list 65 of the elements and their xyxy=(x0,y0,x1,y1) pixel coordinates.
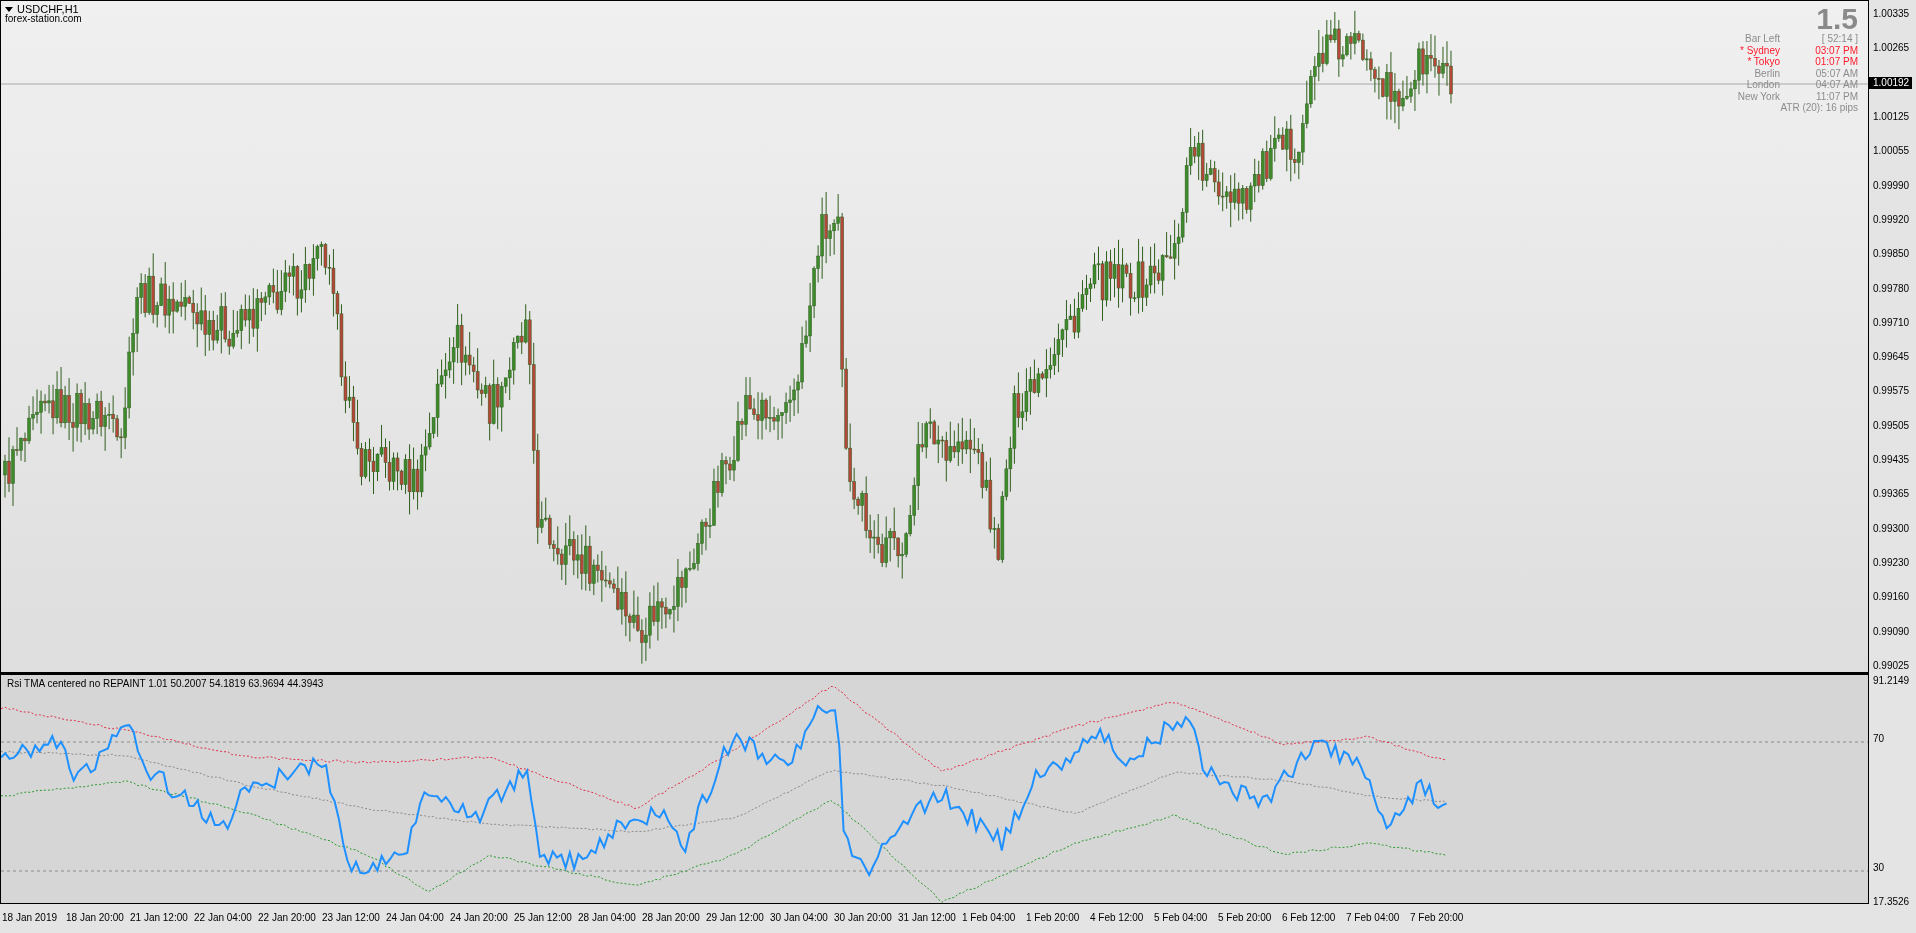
price-label: 0.99300 xyxy=(1873,522,1911,535)
time-label: 31 Jan 12:00 xyxy=(898,911,957,925)
time-label: 5 Feb 04:00 xyxy=(1154,911,1209,925)
time-label: 7 Feb 20:00 xyxy=(1410,911,1465,925)
session-time: [ 52:14 ] xyxy=(1820,33,1858,45)
symbol-label: USDCHF,H1 xyxy=(17,3,79,15)
time-label: 30 Jan 04:00 xyxy=(770,911,829,925)
time-label: 29 Jan 12:00 xyxy=(706,911,765,925)
price-label: 0.99990 xyxy=(1873,179,1911,192)
time-label: 22 Jan 04:00 xyxy=(194,911,253,925)
price-label: 0.99645 xyxy=(1873,351,1911,364)
session-time: 03:07 PM xyxy=(1814,44,1858,56)
price-label: 0.99920 xyxy=(1873,213,1911,226)
time-label: 1 Feb 04:00 xyxy=(962,911,1017,925)
price-label: 0.99435 xyxy=(1873,454,1911,467)
spread-value: 1.5 xyxy=(1816,5,1858,33)
indicator-axis-label: 17.3526 xyxy=(1873,896,1911,908)
time-label: 22 Jan 20:00 xyxy=(258,911,317,925)
session-label: Berlin xyxy=(1753,67,1780,79)
price-label: 0.99505 xyxy=(1873,419,1911,432)
price-label: 0.99230 xyxy=(1873,557,1911,569)
price-label: 0.99365 xyxy=(1873,488,1911,501)
session-label: London xyxy=(1745,79,1780,91)
time-label: 28 Jan 04:00 xyxy=(578,911,637,925)
price-label: 0.99780 xyxy=(1873,282,1911,295)
time-label: 18 Jan 2019 xyxy=(2,911,59,925)
session-label: New York xyxy=(1737,90,1780,102)
indicator-title: Rsi TMA centered no REPAINT 1.01 50.2007 54.1819 63.9694 44.3943 xyxy=(7,678,324,689)
time-label: 24 Jan 04:00 xyxy=(386,911,445,925)
time-label: 30 Jan 20:00 xyxy=(834,911,893,925)
price-label: 1.00125 xyxy=(1873,110,1911,123)
price-label: 0.99025 xyxy=(1873,659,1911,672)
time-label: 18 Jan 20:00 xyxy=(66,911,125,925)
indicator-axis-label: 70 xyxy=(1873,733,1886,745)
session-time: 01:07 PM xyxy=(1814,56,1858,68)
session-label: Bar Left xyxy=(1743,33,1780,45)
session-time: 05:07 AM xyxy=(1814,67,1858,79)
time-label: 5 Feb 20:00 xyxy=(1218,911,1273,925)
price-label: 1.00265 xyxy=(1873,42,1911,55)
price-label: 0.99575 xyxy=(1873,385,1911,398)
atr-label: ATR (20): 16 pips xyxy=(1780,102,1858,114)
time-label: 4 Feb 12:00 xyxy=(1090,911,1145,925)
watermark-text: forex-station.com xyxy=(5,13,82,24)
price-label: 1.00335 xyxy=(1873,8,1911,20)
time-label: 6 Feb 12:00 xyxy=(1282,911,1337,925)
price-label: 0.99160 xyxy=(1873,591,1911,604)
session-time: 11:07 PM xyxy=(1814,90,1858,102)
session-label: * Sydney xyxy=(1738,44,1780,56)
time-label: 1 Feb 20:00 xyxy=(1026,911,1081,925)
time-label: 25 Jan 12:00 xyxy=(514,911,573,925)
time-label: 23 Jan 12:00 xyxy=(322,911,381,925)
time-label: 7 Feb 04:00 xyxy=(1346,911,1401,925)
time-label: 24 Jan 20:00 xyxy=(450,911,509,925)
current-price-tag: 1.00192 xyxy=(1869,76,1913,89)
price-label: 0.99710 xyxy=(1873,316,1911,329)
dropdown-triangle-icon[interactable] xyxy=(5,6,13,12)
time-label: 28 Jan 20:00 xyxy=(642,911,701,925)
indicator-axis-label: 91.2149 xyxy=(1873,675,1911,687)
time-label: 21 Jan 12:00 xyxy=(130,911,189,925)
price-label: 0.99090 xyxy=(1873,625,1911,638)
session-time: 04:07 AM xyxy=(1814,79,1858,91)
price-label: 0.99850 xyxy=(1873,248,1911,261)
indicator-axis-label: 30 xyxy=(1873,862,1886,874)
session-label: * Tokyo xyxy=(1746,56,1780,68)
price-label: 1.00055 xyxy=(1873,145,1911,158)
